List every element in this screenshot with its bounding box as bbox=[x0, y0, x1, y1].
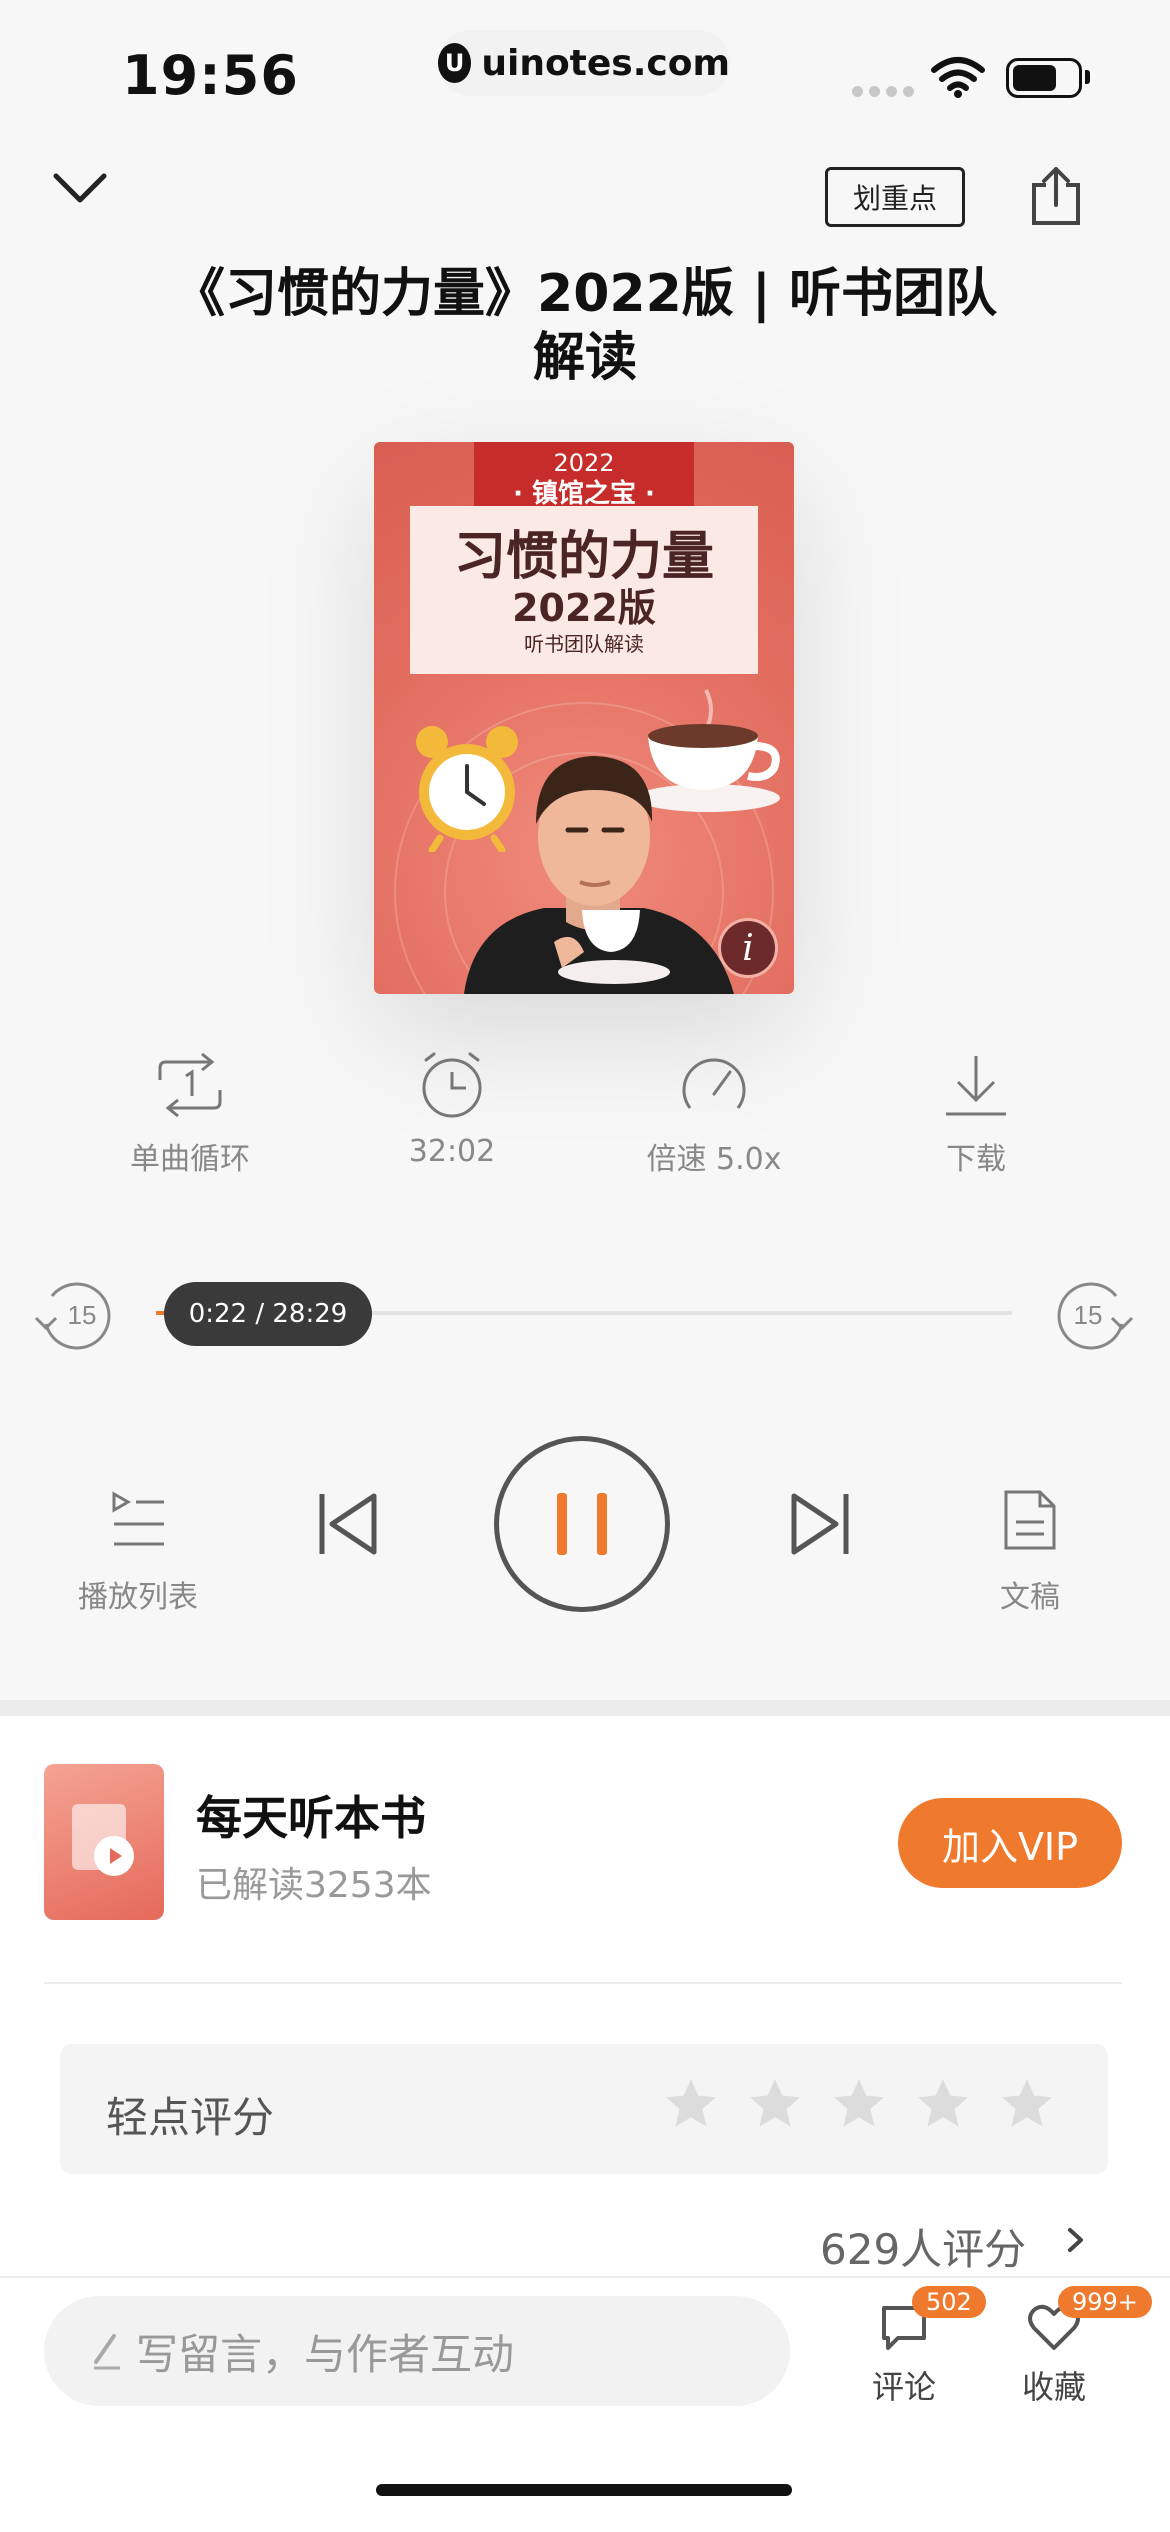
url-pill[interactable]: U uinotes.com bbox=[438, 30, 730, 96]
star-icon[interactable] bbox=[828, 2074, 890, 2134]
comments-label: 评论 bbox=[871, 2368, 936, 2406]
join-vip-button[interactable]: 加入VIP bbox=[898, 1798, 1122, 1888]
section-divider bbox=[0, 1700, 1170, 1716]
pencil-icon bbox=[94, 2334, 120, 2370]
chevron-down-icon[interactable] bbox=[50, 170, 110, 206]
promo-subtitle: 已解读3253本 bbox=[196, 1865, 432, 1906]
star-icon[interactable] bbox=[996, 2074, 1058, 2134]
chevron-right-icon[interactable] bbox=[1066, 2226, 1086, 2254]
cover-year: 2022 bbox=[553, 449, 615, 477]
favorites-label: 收藏 bbox=[1021, 2368, 1086, 2406]
timer-label: 32:02 bbox=[408, 1134, 496, 1169]
skip-back-15-icon: 15 bbox=[34, 1282, 111, 1350]
battery-icon bbox=[1006, 58, 1082, 98]
playlist-label: 播放列表 bbox=[78, 1580, 198, 1615]
info-icon[interactable]: i bbox=[718, 918, 778, 978]
episode-title: 《习惯的力量》2022版 | 听书团队解读 bbox=[173, 264, 997, 388]
next-track-icon[interactable] bbox=[788, 1490, 852, 1558]
url-text: uinotes.com bbox=[481, 42, 730, 84]
comment-placeholder: 写留言，与作者互动 bbox=[136, 2329, 515, 2379]
repeat-one-button[interactable]: 单曲循环 bbox=[90, 1050, 290, 1178]
repeat-one-label: 单曲循环 bbox=[130, 1142, 250, 1177]
speed-label: 倍速 5.0x bbox=[646, 1142, 782, 1177]
rating-label: 轻点评分 bbox=[106, 2093, 275, 2142]
daily-book-icon[interactable] bbox=[44, 1764, 164, 1920]
playlist-button[interactable]: 播放列表 bbox=[58, 1488, 218, 1616]
transcript-label: 文稿 bbox=[1000, 1580, 1060, 1615]
skip-forward-15-icon: 15 bbox=[1057, 1282, 1134, 1350]
home-indicator[interactable] bbox=[376, 2484, 792, 2496]
favorites-count-badge: 999+ bbox=[1058, 2286, 1152, 2318]
pause-button[interactable] bbox=[494, 1436, 670, 1612]
rating-count-link[interactable]: 629人评分 bbox=[820, 2216, 1026, 2277]
playback-speed-button[interactable]: 倍速 5.0x bbox=[614, 1050, 814, 1178]
pause-bar-left bbox=[557, 1493, 567, 1555]
skip-back-button[interactable]: 15 bbox=[32, 1278, 116, 1354]
transcript-button[interactable]: 文稿 bbox=[950, 1488, 1110, 1616]
star-icon[interactable] bbox=[744, 2074, 806, 2134]
download-label: 下载 bbox=[946, 1142, 1006, 1177]
download-button[interactable]: 下载 bbox=[876, 1050, 1076, 1178]
divider bbox=[44, 1982, 1122, 1984]
document-icon bbox=[1004, 1490, 1056, 1550]
bottom-bar-divider bbox=[0, 2276, 1170, 2278]
skip-forward-button[interactable]: 15 bbox=[1052, 1278, 1136, 1354]
speed-icon bbox=[682, 1058, 746, 1109]
repeat-one-icon bbox=[158, 1052, 222, 1118]
battery-tip bbox=[1085, 70, 1090, 84]
comment-input[interactable]: 写留言，与作者互动 bbox=[44, 2296, 790, 2406]
sleep-timer-button[interactable]: 32:02 bbox=[352, 1050, 552, 1169]
star-icon[interactable] bbox=[660, 2074, 722, 2134]
playlist-icon bbox=[112, 1491, 164, 1546]
promo-title[interactable]: 每天听本书 bbox=[196, 1782, 426, 1848]
star-icon[interactable] bbox=[912, 2074, 974, 2134]
highlight-button[interactable]: 划重点 bbox=[825, 167, 965, 227]
previous-track-icon[interactable] bbox=[316, 1490, 380, 1558]
download-icon bbox=[946, 1056, 1006, 1116]
skip-forward-value: 15 bbox=[1074, 1300, 1103, 1330]
book-cover: 2022 · 镇馆之宝 · 习惯的力量 2022版 听书团队解读 i bbox=[374, 442, 794, 994]
cover-subtitle: 听书团队解读 bbox=[524, 632, 644, 656]
cover-title-card: 习惯的力量 2022版 听书团队解读 bbox=[410, 506, 758, 674]
cellular-signal-icon bbox=[852, 86, 914, 97]
cover-edition: 2022版 bbox=[512, 586, 656, 630]
wifi-icon bbox=[931, 57, 985, 98]
man-holding-cup-illustration bbox=[464, 756, 734, 994]
comments-count-badge: 502 bbox=[912, 2286, 986, 2318]
cover-title: 习惯的力量 bbox=[453, 527, 714, 587]
timer-icon bbox=[422, 1052, 482, 1118]
star-rating[interactable] bbox=[660, 2074, 1058, 2134]
progress-time-pill[interactable]: 0:22 / 28:29 bbox=[164, 1282, 372, 1346]
skip-back-value: 15 bbox=[68, 1300, 97, 1330]
status-time: 19:56 bbox=[122, 44, 299, 107]
site-logo-icon: U bbox=[438, 43, 472, 83]
pause-bar-right bbox=[597, 1493, 607, 1555]
share-icon[interactable] bbox=[1030, 165, 1082, 227]
